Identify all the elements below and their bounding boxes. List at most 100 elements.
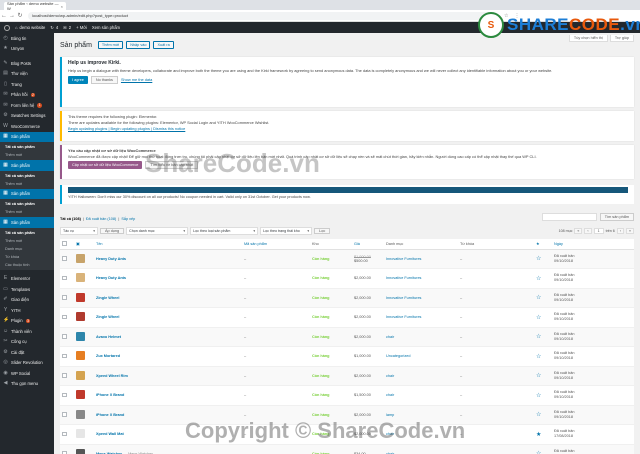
row-select-cell[interactable] xyxy=(60,405,74,425)
apply-button[interactable]: Áp dụng xyxy=(100,228,125,234)
sidebar-item-products[interactable]: ▦ Sản phẩm xyxy=(0,217,54,228)
adminbar-comments[interactable]: ✉ 2 xyxy=(63,25,71,30)
category-link[interactable]: chair xyxy=(386,335,394,339)
update-db-button[interactable]: Cập nhật cơ sở dữ liệu WooCommerce xyxy=(68,161,143,169)
featured-cell[interactable]: ☆ xyxy=(534,307,552,328)
stock-select[interactable]: Lọc theo trạng thái kho xyxy=(260,227,313,235)
thumb-cell[interactable] xyxy=(74,307,94,328)
show-data-link[interactable]: Show me the data xyxy=(121,77,152,83)
import-button[interactable]: Nhập vào xyxy=(126,41,151,49)
sidebar-item-products[interactable]: ▦ Sản phẩm xyxy=(0,188,54,199)
row-select-cell[interactable] xyxy=(60,366,74,386)
category-link[interactable]: Innovative Furnitures xyxy=(386,296,421,300)
forward-icon[interactable]: → xyxy=(8,13,16,19)
thumb-cell[interactable] xyxy=(74,327,94,347)
row-select-cell[interactable] xyxy=(60,307,74,328)
sidebar-item[interactable]: ▤ Thư viện xyxy=(0,69,54,80)
category-link[interactable]: Innovative Furnitures xyxy=(386,276,421,280)
thumb-cell[interactable] xyxy=(74,366,94,386)
category-cell[interactable]: chair xyxy=(384,366,458,386)
add-new-button[interactable]: Thêm mới xyxy=(97,41,124,49)
search-button[interactable]: Tìm sản phẩm xyxy=(599,213,634,221)
row-select-cell[interactable] xyxy=(60,268,74,289)
last-page-button[interactable]: » xyxy=(626,228,634,234)
prev-page-button[interactable]: ‹ xyxy=(584,228,592,234)
product-thumbnail[interactable] xyxy=(76,331,85,341)
product-thumbnail[interactable] xyxy=(76,429,85,439)
featured-cell[interactable]: ★ xyxy=(534,424,552,445)
name-cell[interactable]: Zingle Wheel xyxy=(94,288,242,308)
table-row[interactable]: Heavy Duty Ants – Còn hàng $1,000.00 $500.00… xyxy=(60,249,634,269)
name-cell[interactable]: Heavy Duty Ants xyxy=(94,249,242,269)
sidebar-item[interactable]: ☺ Thành viên xyxy=(0,326,54,337)
product-thumbnail[interactable] xyxy=(76,370,85,380)
name-cell[interactable]: iPhone X Brand xyxy=(94,385,242,406)
submenu-item[interactable]: Tất cả sản phẩm xyxy=(0,143,54,151)
featured-cell[interactable]: ☆ xyxy=(534,288,552,308)
product-name-link[interactable]: Zux Mortared xyxy=(96,354,120,358)
plugin-notice-links[interactable]: Begin updating plugins | Begin updating … xyxy=(68,126,628,132)
first-page-button[interactable]: « xyxy=(574,228,583,234)
adminbar-view[interactable]: Xem sản phẩm xyxy=(92,25,120,30)
category-link[interactable]: Uncategorized xyxy=(386,354,410,358)
table-row[interactable]: Heavy Duty Ants – Còn hàng $2,000.00 Innovat… xyxy=(60,268,634,289)
category-cell[interactable]: Uncategorized xyxy=(384,346,458,367)
row-select-cell[interactable] xyxy=(60,424,74,445)
featured-star-icon[interactable]: ☆ xyxy=(536,334,541,340)
featured-star-icon[interactable]: ☆ xyxy=(536,295,541,301)
thumb-cell[interactable] xyxy=(74,346,94,367)
name-cell[interactable]: Heavy Duty Ants xyxy=(94,268,242,289)
col-name[interactable]: Tên xyxy=(94,239,242,250)
row-checkbox[interactable] xyxy=(62,431,67,436)
product-thumbnail[interactable] xyxy=(76,273,85,283)
submenu-item[interactable]: Từ khóa xyxy=(0,253,54,261)
product-thumbnail[interactable] xyxy=(76,409,85,419)
product-name-link[interactable]: Xpeed Wall Mat xyxy=(96,432,124,436)
reload-icon[interactable]: ↻ xyxy=(16,12,24,19)
sidebar-item-products[interactable]: ▦ Sản phẩm xyxy=(0,160,54,171)
filter-all[interactable]: Tất cả (108) xyxy=(60,217,81,221)
thumb-cell[interactable] xyxy=(74,288,94,308)
sidebar-item[interactable]: E Elementor xyxy=(0,274,54,285)
adminbar-new[interactable]: + Mới xyxy=(76,25,87,30)
featured-cell[interactable]: ☆ xyxy=(534,385,552,406)
thumb-cell[interactable] xyxy=(74,385,94,406)
submenu-item[interactable]: Thêm mới xyxy=(0,208,54,216)
adminbar-updates[interactable]: ↻ 4 xyxy=(50,25,58,30)
name-cell[interactable]: Zingle Wheel xyxy=(94,307,242,328)
submenu-item[interactable]: Tất cả sản phẩm xyxy=(0,200,54,208)
category-link[interactable]: Innovative Furnitures xyxy=(386,315,421,319)
product-type-select[interactable]: Lọc theo loại sản phẩm xyxy=(190,227,259,235)
sidebar-item[interactable]: W WooCommerce xyxy=(0,121,54,132)
category-cell[interactable]: Innovative Furnitures xyxy=(384,268,458,289)
bulk-action-select[interactable]: Tác vụ xyxy=(60,227,98,235)
agree-button[interactable]: I agree xyxy=(68,76,88,84)
submenu-item[interactable]: Thêm mới xyxy=(0,237,54,245)
filter-button[interactable]: Lọc xyxy=(314,228,331,234)
featured-star-icon[interactable]: ☆ xyxy=(536,393,541,399)
back-icon[interactable]: ← xyxy=(0,13,8,19)
table-row[interactable]: Zux Mortared – Còn hàng $1,000.00 Uncategori… xyxy=(60,346,634,367)
sidebar-item[interactable]: ⚙ Swatches Settings xyxy=(0,111,54,122)
sidebar-item[interactable]: ◀ Thu gọn menu xyxy=(0,379,54,390)
sidebar-item[interactable]: Y YITH xyxy=(0,305,54,316)
product-name-link[interactable]: iPhone X Brand xyxy=(96,413,124,417)
featured-cell[interactable]: ☆ xyxy=(534,444,552,454)
row-select-cell[interactable] xyxy=(60,288,74,308)
url-field[interactable]: localhost/demo/wp-admin/edit.php?post_ty… xyxy=(28,11,498,20)
browser-tab[interactable]: Sản phẩm ‹ demo website — W × xyxy=(4,1,66,11)
row-select-cell[interactable] xyxy=(60,249,74,269)
row-checkbox[interactable] xyxy=(62,373,67,378)
product-name-link[interactable]: iPhone X Brand xyxy=(96,393,124,397)
category-cell[interactable]: Innovative Furnitures xyxy=(384,307,458,328)
product-thumbnail[interactable] xyxy=(76,312,85,322)
category-select[interactable]: Chọn danh mục xyxy=(126,227,189,235)
product-name-link[interactable]: Xpeed Wheel Rim xyxy=(96,374,128,378)
product-name-link[interactable]: Zingle Wheel xyxy=(96,296,119,300)
submenu-item[interactable]: Thêm mới xyxy=(0,151,54,159)
search-input[interactable] xyxy=(541,213,597,221)
thumb-cell[interactable] xyxy=(74,405,94,425)
sidebar-item[interactable]: ◎ Slider Revolution xyxy=(0,358,54,369)
row-checkbox[interactable] xyxy=(62,256,67,261)
featured-star-icon[interactable]: ☆ xyxy=(536,412,541,418)
